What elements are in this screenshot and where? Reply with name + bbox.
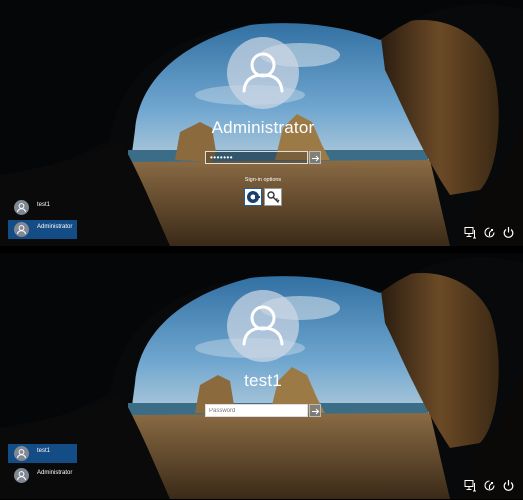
selected-username: Administrator — [211, 118, 315, 137]
user-list-item[interactable]: test1 — [8, 444, 77, 463]
avatar — [14, 446, 29, 461]
user-list-item-label: test1 — [37, 202, 51, 208]
user-avatar-large — [227, 37, 299, 109]
power-icon — [503, 480, 514, 491]
user-list-item-label: test1 — [37, 448, 51, 454]
signin-options-label: Sign-in options — [244, 177, 282, 183]
password-row: ••••••• — [205, 151, 321, 164]
person-icon — [17, 449, 26, 459]
user-list-item[interactable]: Administrator — [8, 466, 77, 485]
arrow-right-icon — [312, 408, 320, 415]
network-button[interactable] — [464, 226, 477, 239]
password-masked-value: ••••••• — [210, 153, 234, 162]
avatar — [14, 200, 29, 215]
network-icon — [464, 227, 476, 239]
person-icon — [17, 203, 26, 213]
password-field[interactable] — [205, 404, 308, 417]
user-avatar-large — [227, 290, 299, 362]
arrow-right-icon — [312, 155, 320, 162]
power-icon — [503, 227, 514, 238]
person-icon — [17, 471, 26, 481]
smartcard-signin-option[interactable] — [244, 188, 262, 206]
person-icon — [242, 305, 284, 346]
user-list-item[interactable]: test1 — [8, 198, 77, 217]
lock-screen-password-prompt: test1 test1 Administrator — [0, 253, 523, 499]
power-button[interactable] — [502, 479, 515, 492]
power-button[interactable] — [502, 226, 515, 239]
network-button[interactable] — [464, 479, 477, 492]
user-list-item[interactable]: Administrator — [8, 220, 77, 239]
submit-button[interactable] — [309, 151, 321, 164]
network-icon — [464, 480, 476, 492]
avatar — [14, 468, 29, 483]
smartcard-icon — [244, 188, 262, 206]
user-list-item-label: Administrator — [37, 224, 73, 230]
person-icon — [242, 52, 284, 93]
password-field[interactable]: ••••••• — [205, 151, 308, 164]
person-icon — [17, 225, 26, 235]
password-signin-option[interactable] — [264, 188, 282, 206]
submit-button[interactable] — [309, 404, 321, 417]
selected-username: test1 — [244, 371, 282, 390]
password-row — [205, 404, 321, 417]
key-icon — [264, 188, 282, 206]
ease-of-access-button[interactable] — [483, 226, 496, 239]
user-list-item-label: Administrator — [37, 470, 73, 476]
ease-of-access-icon — [484, 480, 495, 491]
avatar — [14, 222, 29, 237]
lock-screen-password-entry: Administrator ••••••• Sign-in options te… — [0, 0, 523, 246]
ease-of-access-button[interactable] — [483, 479, 496, 492]
ease-of-access-icon — [484, 227, 495, 238]
